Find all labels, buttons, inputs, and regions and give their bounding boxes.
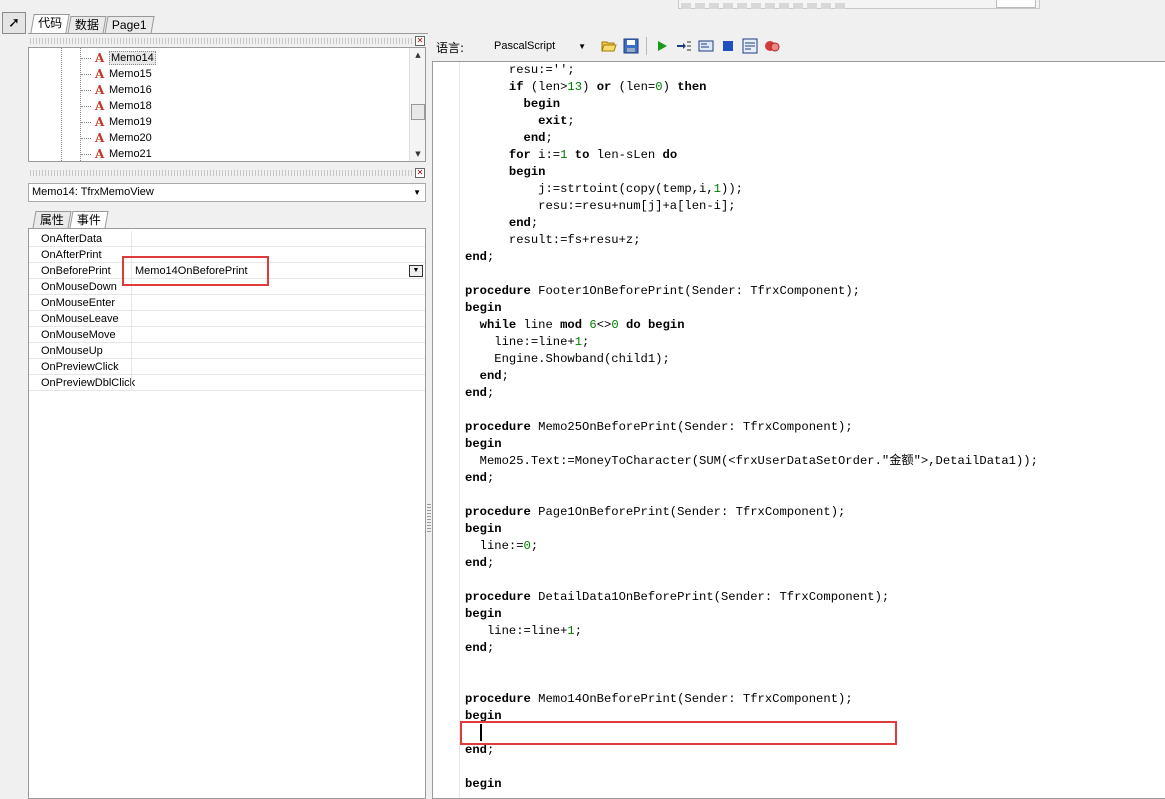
save-icon[interactable] [622,37,640,55]
dropdown-arrow-icon[interactable]: ▼ [409,265,423,277]
tab-events[interactable]: 事件 [69,211,109,228]
code-line[interactable]: end; [465,130,553,147]
tree-panel-grip[interactable] [30,38,412,44]
code-line[interactable]: line:=line+1; [465,623,582,640]
inspector-tabs: 属性 事件 [32,211,109,228]
event-row[interactable]: OnMouseUp [29,343,425,359]
report-tree: A Memo14 A Memo15 A Memo16 A Memo18 A Memo19 … [28,47,426,162]
tree-item-memo18[interactable]: A Memo18 [81,98,152,114]
text-caret [480,724,482,741]
scroll-up-icon[interactable]: ▲ [410,48,425,62]
event-row[interactable]: OnMouseMove [29,327,425,343]
code-line[interactable]: procedure Memo14OnBeforePrint(Sender: Tf… [465,691,853,708]
event-row[interactable]: OnPreviewClick [29,359,425,375]
code-line[interactable]: while line mod 6<>0 do begin [465,317,685,334]
text-object-icon: A [95,131,105,145]
tree-item-memo20[interactable]: A Memo20 [81,130,152,146]
open-icon[interactable] [600,37,618,55]
code-line[interactable]: for i:=1 to len-sLen do [465,147,677,164]
inspector-panel-grip[interactable] [30,170,412,176]
text-object-icon: A [95,83,105,97]
scroll-thumb[interactable] [411,104,425,120]
breakpoint-icon[interactable] [763,37,781,55]
event-row[interactable]: OnAfterData [29,231,425,247]
chevron-down-icon: ▼ [578,42,586,51]
tree-item-memo19[interactable]: A Memo19 [81,114,152,130]
language-select[interactable]: PascalScript ▼ [490,37,590,56]
code-editor[interactable]: resu:=''; if (len>13) or (len=0) then be… [432,61,1165,799]
code-line[interactable]: procedure Memo25OnBeforePrint(Sender: Tf… [465,419,853,436]
tab-code[interactable]: 代码 [30,14,70,34]
code-line[interactable]: line:=0; [465,538,539,555]
tree-item-memo21[interactable]: A Memo21 [81,146,152,161]
code-line[interactable]: end; [465,640,494,657]
code-line[interactable]: procedure Footer1OnBeforePrint(Sender: T… [465,283,860,300]
code-line[interactable]: end; [465,555,494,572]
inspector-panel-close-icon[interactable]: ✕ [415,168,425,178]
code-line[interactable]: end; [465,215,538,232]
code-line[interactable]: resu:=resu+num[j]+a[len-i]; [465,198,735,215]
code-line[interactable]: end; [465,385,494,402]
text-object-icon: A [95,99,105,113]
code-line[interactable]: procedure DetailData1OnBeforePrint(Sende… [465,589,889,606]
run-icon[interactable] [653,37,671,55]
code-line[interactable]: end; [465,470,494,487]
code-line[interactable]: if (len>13) or (len=0) then [465,79,707,96]
code-line[interactable]: end; [465,368,509,385]
code-line[interactable]: begin [465,96,561,113]
language-label: 语言: [436,41,465,55]
chevron-down-icon: ▼ [413,188,421,197]
event-row[interactable]: OnMouseLeave [29,311,425,327]
code-line[interactable]: begin [465,164,546,181]
step-into-icon[interactable] [675,37,693,55]
code-line[interactable]: result:=fs+resu+z; [465,232,641,249]
code-line[interactable]: exit; [465,113,575,130]
code-line[interactable]: line:=line+1; [465,334,589,351]
code-line[interactable]: Engine.Showband(child1); [465,351,670,368]
tab-properties[interactable]: 属性 [32,211,72,228]
code-line[interactable]: resu:=''; [465,62,575,79]
code-line[interactable]: procedure Page1OnBeforePrint(Sender: Tfr… [465,504,845,521]
editor-gutter[interactable] [433,62,460,798]
tab-divider [28,33,428,34]
tab-data[interactable]: 数据 [67,16,107,34]
step-over-icon[interactable] [697,37,715,55]
code-line[interactable]: end; [465,249,494,266]
text-object-icon: A [95,51,105,65]
highlight-box [122,256,269,286]
scroll-down-icon[interactable]: ▼ [410,147,425,161]
object-selector[interactable]: Memo14: TfrxMemoView ▼ [28,183,426,202]
code-line[interactable]: begin [465,606,502,623]
tree-item-memo16[interactable]: A Memo16 [81,82,152,98]
tree-item-memo15[interactable]: A Memo15 [81,66,152,82]
text-object-icon: A [95,147,105,161]
select-pointer-button[interactable]: ➚ [2,12,26,34]
tree-item-memo14[interactable]: A Memo14 [81,50,156,66]
evaluate-icon[interactable] [741,37,759,55]
tree-panel-close-icon[interactable]: ✕ [415,36,425,46]
event-grid: OnAfterData OnAfterPrint OnBeforePrint Me… [28,228,426,799]
code-line[interactable]: Memo25.Text:=MoneyToCharacter(SUM(<frxUs… [465,453,1038,470]
tree-scrollbar[interactable]: ▲ ▼ [409,48,425,161]
tab-page1[interactable]: Page1 [104,16,155,34]
editor-toolbar [600,37,781,55]
code-line[interactable]: begin [465,521,502,538]
code-line[interactable]: begin [465,776,502,793]
text-object-icon: A [95,67,105,81]
designer-tabs: 代码 数据 Page1 [30,14,155,34]
stop-icon[interactable] [719,37,737,55]
cursor-arrow-icon: ➚ [8,15,20,31]
text-object-icon: A [95,115,105,129]
main-toolbar-fragment [678,0,1040,9]
code-line[interactable]: j:=strtoint(copy(temp,i,1)); [465,181,743,198]
event-row[interactable]: OnPreviewDblClick [29,375,425,391]
code-line[interactable]: begin [465,300,502,317]
event-row[interactable]: OnMouseEnter [29,295,425,311]
highlight-box [460,721,897,745]
code-line[interactable]: begin [465,436,502,453]
